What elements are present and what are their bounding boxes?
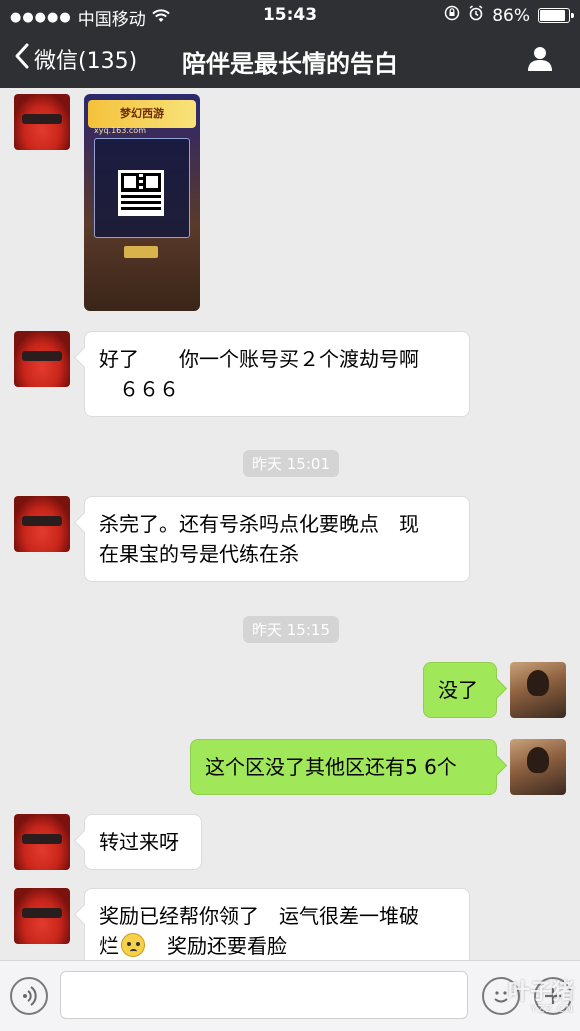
message-text: 这个区没了其他区还有5 6个 (205, 755, 457, 779)
game-qr-image[interactable]: 梦幻西游 xyq.163.com (84, 94, 200, 311)
message-line: 烂 奖励还要看脸 (99, 931, 455, 960)
watermark-text: 叶子猪 (507, 980, 574, 1005)
avatar[interactable] (14, 888, 70, 944)
message-line: 在果宝的号是代练在杀 (99, 542, 299, 566)
avatar[interactable] (14, 94, 70, 150)
worried-emoji-icon (121, 933, 145, 957)
message-bubble-sent[interactable]: 这个区没了其他区还有5 6个 (190, 739, 497, 795)
message-bubble-sent[interactable]: 没了 (423, 662, 497, 718)
message-bubble[interactable]: 转过来呀 (84, 814, 202, 870)
message-bubble[interactable]: 杀完了。还有号杀吗点化要晚点 现 在果宝的号是代练在杀 (84, 496, 470, 582)
battery-percent: 86% (492, 5, 530, 26)
message-bubble[interactable]: 好了 你一个账号买２个渡劫号啊 ６６６ (84, 331, 470, 417)
avatar[interactable] (14, 496, 70, 552)
game-logo: 梦幻西游 (88, 100, 196, 128)
message-bubble[interactable]: 奖励已经帮你领了 运气很差一堆破 烂 奖励还要看脸 (84, 888, 470, 960)
status-bar: ●●●●● 中国移动 15:43 86% (0, 0, 580, 30)
watermark: 叶子猪 YZZ.CN (508, 982, 574, 1016)
chat-title: 陪伴是最长情的告白 (182, 50, 398, 78)
chat-area[interactable]: 梦幻西游 xyq.163.com 好了 你一个账号买２个渡劫号啊 ６６６ 昨天 … (0, 88, 580, 960)
message-text: 奖励还要看脸 (147, 934, 287, 958)
voice-icon (23, 986, 37, 1006)
top-bar: ●●●●● 中国移动 15:43 86% 微信(135) 陪伴是最长情的告白 (0, 0, 580, 88)
message-line: 奖励已经帮你领了 运气很差一堆破 (99, 904, 419, 928)
watermark-sub: YZZ.CN (530, 1004, 574, 1015)
battery-icon (538, 8, 574, 23)
message-line: ６６６ (99, 377, 179, 401)
alarm-icon (468, 5, 484, 26)
nav-bar: 微信(135) 陪伴是最长情的告白 (0, 30, 580, 88)
message-input[interactable] (60, 971, 468, 1019)
message-line: 好了 你一个账号买２个渡劫号啊 (99, 347, 419, 371)
game-button (124, 246, 158, 258)
my-avatar[interactable] (510, 662, 566, 718)
input-bar: 叶子猪 YZZ.CN (0, 960, 580, 1031)
message-text: 转过来呀 (99, 830, 179, 854)
avatar[interactable] (14, 814, 70, 870)
contact-profile-icon[interactable] (526, 44, 554, 72)
qr-code-icon (118, 170, 164, 216)
message-line: 杀完了。还有号杀吗点化要晚点 现 (99, 512, 419, 536)
my-avatar[interactable] (510, 739, 566, 795)
message-text: 烂 (99, 934, 119, 958)
voice-button[interactable] (10, 977, 48, 1015)
message-text: 没了 (438, 678, 478, 702)
rotation-lock-icon (444, 5, 460, 26)
avatar[interactable] (14, 331, 70, 387)
timestamp: 昨天 15:01 (243, 450, 339, 477)
game-url: xyq.163.com (94, 126, 146, 135)
timestamp: 昨天 15:15 (243, 616, 339, 643)
status-right: 86% (444, 5, 574, 26)
